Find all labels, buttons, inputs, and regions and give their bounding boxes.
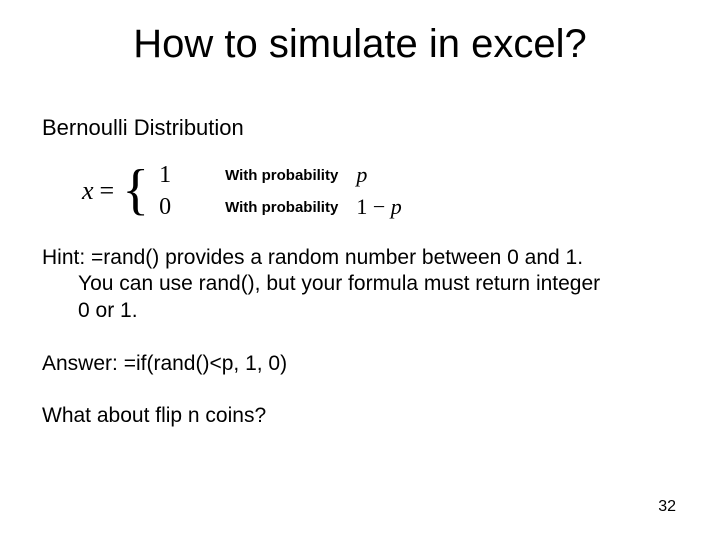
- page-number: 32: [658, 498, 676, 516]
- case-2-prob-var: p: [391, 194, 402, 219]
- case-2: 0 With probability 1 − p: [159, 191, 402, 223]
- case-2-prob: 1 − p: [356, 194, 401, 220]
- case-1: 1 With probability p: [159, 159, 402, 191]
- case-1-label: With probability: [225, 167, 338, 184]
- case-2-label: With probability: [225, 199, 338, 216]
- equation-cases: 1 With probability p 0 With probability …: [159, 159, 402, 223]
- answer-text: Answer: =if(rand()<p, 1, 0): [42, 352, 678, 376]
- bernoulli-equation: x = { 1 With probability p 0 With probab…: [82, 159, 678, 223]
- hint-line-3: 0 or 1.: [42, 298, 678, 324]
- hint-line-2: You can use rand(), but your formula mus…: [42, 271, 678, 297]
- case-2-prob-prefix: 1 −: [356, 194, 390, 219]
- case-1-prob: p: [356, 162, 367, 188]
- slide: How to simulate in excel? Bernoulli Dist…: [0, 0, 720, 540]
- case-1-value: 1: [159, 162, 185, 189]
- hint-text: Hint: =rand() provides a random number b…: [42, 245, 678, 324]
- case-2-value: 0: [159, 194, 185, 221]
- hint-line-1: Hint: =rand() provides a random number b…: [42, 246, 583, 269]
- distribution-name: Bernoulli Distribution: [42, 115, 678, 141]
- left-brace-icon: {: [122, 165, 149, 215]
- slide-body: Bernoulli Distribution x = { 1 With prob…: [42, 115, 678, 428]
- followup-question: What about flip n coins?: [42, 404, 678, 428]
- equation-equals: =: [100, 176, 115, 206]
- page-title: How to simulate in excel?: [0, 22, 720, 67]
- equation-variable: x: [82, 176, 94, 206]
